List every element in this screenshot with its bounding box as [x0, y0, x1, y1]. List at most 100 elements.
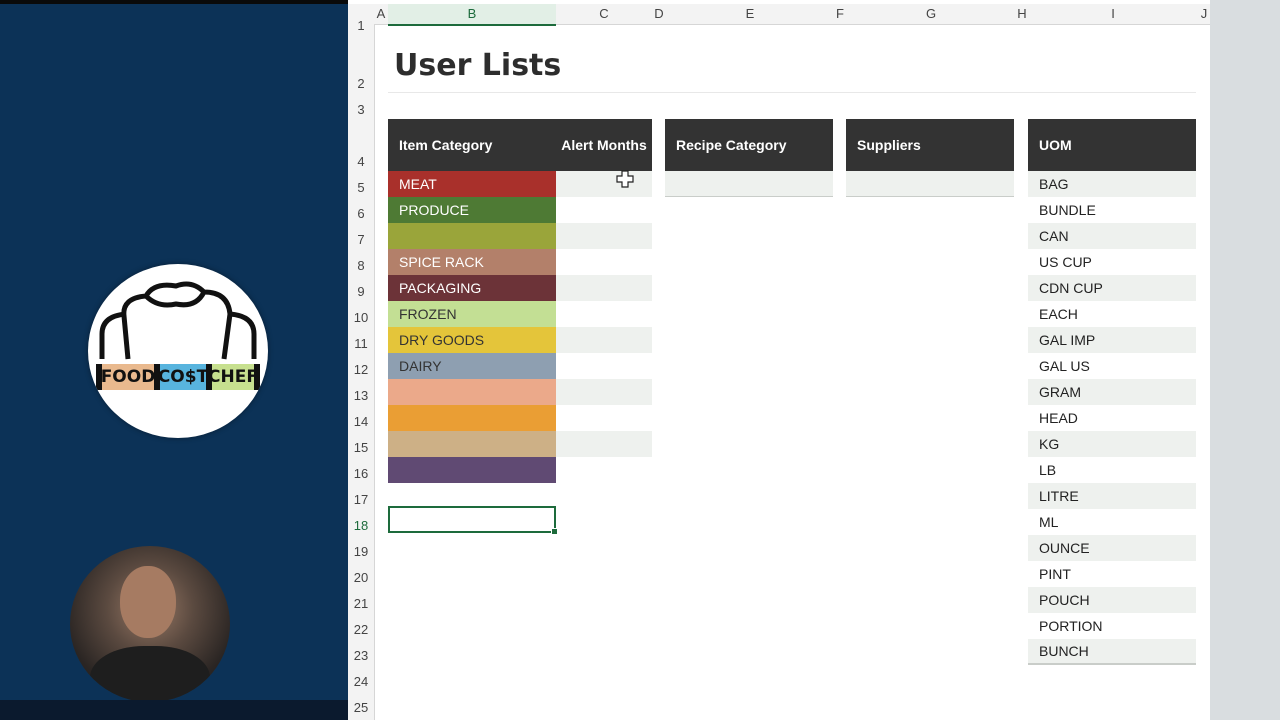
uom-cell[interactable]: CAN	[1028, 223, 1196, 249]
spreadsheet[interactable]: A B C D E F G H I J 1 2 3 4 5 6 7 8 9 10…	[348, 0, 1210, 720]
header-suppliers-label: Suppliers	[857, 137, 921, 153]
alert-months-cell[interactable]	[556, 275, 652, 301]
left-panel: FOOD CO$T CHEF	[0, 0, 348, 720]
alert-months-cell[interactable]	[556, 353, 652, 379]
uom-cell[interactable]: KG	[1028, 431, 1196, 457]
col-header-b[interactable]: B	[388, 4, 556, 26]
row-header-7[interactable]: 7	[348, 232, 374, 247]
uom-cell[interactable]: EACH	[1028, 301, 1196, 327]
col-header-a[interactable]: A	[374, 4, 388, 24]
row-header-1[interactable]: 1	[348, 18, 374, 33]
item-category-cell[interactable]: FROZEN	[388, 301, 556, 327]
header-recipe-category: Recipe Category	[665, 119, 833, 171]
col-header-g[interactable]: G	[846, 4, 1016, 24]
row-header-21[interactable]: 21	[348, 596, 374, 611]
alert-months-cell[interactable]	[556, 379, 652, 405]
uom-cell[interactable]: BUNCH	[1028, 639, 1196, 665]
alert-months-cell[interactable]	[556, 223, 652, 249]
uom-cell[interactable]: HEAD	[1028, 405, 1196, 431]
alert-months-cell[interactable]	[556, 249, 652, 275]
chef-hat-icon	[99, 281, 257, 360]
uom-cell[interactable]: PINT	[1028, 561, 1196, 587]
col-header-e[interactable]: E	[666, 4, 834, 24]
row-header-5[interactable]: 5	[348, 180, 374, 195]
col-header-j[interactable]: J	[1198, 4, 1210, 24]
row-header-23[interactable]: 23	[348, 648, 374, 663]
uom-cell[interactable]: LITRE	[1028, 483, 1196, 509]
col-header-i[interactable]: I	[1028, 4, 1198, 24]
cross-cursor-icon	[616, 170, 634, 188]
alert-months-cell[interactable]	[556, 327, 652, 353]
uom-cell[interactable]: GRAM	[1028, 379, 1196, 405]
row-header-8[interactable]: 8	[348, 258, 374, 273]
row-header-12[interactable]: 12	[348, 362, 374, 377]
row-header-11[interactable]: 11	[348, 336, 374, 351]
uom-cell[interactable]: ML	[1028, 509, 1196, 535]
alert-months-cell[interactable]	[556, 171, 652, 197]
header-uom-label: UOM	[1039, 137, 1072, 153]
fill-handle[interactable]	[551, 528, 558, 535]
row-header-14[interactable]: 14	[348, 414, 374, 429]
item-category-cell[interactable]	[388, 405, 556, 431]
row-header-10[interactable]: 10	[348, 310, 374, 325]
uom-cell[interactable]: GAL US	[1028, 353, 1196, 379]
header-alert-months-label: Alert Months	[561, 137, 647, 153]
uom-cell[interactable]: POUCH	[1028, 587, 1196, 613]
presenter-webcam	[70, 546, 230, 702]
uom-cell[interactable]: PORTION	[1028, 613, 1196, 639]
header-item-category-label: Item Category	[399, 137, 493, 153]
item-category-cell[interactable]: DAIRY	[388, 353, 556, 379]
page-title: User Lists	[394, 48, 562, 83]
col-header-d[interactable]: D	[652, 4, 666, 24]
row-header-18[interactable]: 18	[348, 518, 374, 533]
logo-word-cost: CO$T	[158, 364, 208, 390]
item-category-cell[interactable]: PRODUCE	[388, 197, 556, 223]
header-item-category: Item Category	[388, 119, 556, 171]
uom-cell[interactable]: US CUP	[1028, 249, 1196, 275]
col-header-f[interactable]: F	[834, 4, 846, 24]
col-header-h[interactable]: H	[1016, 4, 1028, 24]
logo-word-food: FOOD	[101, 364, 155, 390]
row-header-6[interactable]: 6	[348, 206, 374, 221]
item-category-cell[interactable]: MEAT	[388, 171, 556, 197]
item-category-cell[interactable]	[388, 457, 556, 483]
row-header-20[interactable]: 20	[348, 570, 374, 585]
alert-months-cell[interactable]	[556, 197, 652, 223]
row-header-9[interactable]: 9	[348, 284, 374, 299]
suppliers-cell[interactable]	[846, 171, 1014, 197]
alert-months-cell[interactable]	[556, 301, 652, 327]
col-header-c[interactable]: C	[556, 4, 652, 24]
row-header-15[interactable]: 15	[348, 440, 374, 455]
row-header-16[interactable]: 16	[348, 466, 374, 481]
bottom-strip	[0, 700, 348, 720]
item-category-cell[interactable]: DRY GOODS	[388, 327, 556, 353]
item-category-cell[interactable]	[388, 379, 556, 405]
item-category-cell[interactable]	[388, 223, 556, 249]
uom-cell[interactable]: LB	[1028, 457, 1196, 483]
uom-cell[interactable]: CDN CUP	[1028, 275, 1196, 301]
row-header-24[interactable]: 24	[348, 674, 374, 689]
uom-cell[interactable]: OUNCE	[1028, 535, 1196, 561]
uom-cell[interactable]: BAG	[1028, 171, 1196, 197]
logo-word-chef: CHEF	[208, 364, 258, 390]
row-header-2[interactable]: 2	[348, 76, 374, 91]
uom-cell[interactable]: BUNDLE	[1028, 197, 1196, 223]
alert-months-cell[interactable]	[556, 405, 652, 431]
item-category-cell[interactable]: SPICE RACK	[388, 249, 556, 275]
item-category-cell[interactable]: PACKAGING	[388, 275, 556, 301]
row-header-4[interactable]: 4	[348, 154, 374, 169]
title-divider	[388, 92, 1196, 93]
row-header-19[interactable]: 19	[348, 544, 374, 559]
row-header-3[interactable]: 3	[348, 102, 374, 117]
row-header-25[interactable]: 25	[348, 700, 374, 715]
selected-cell-b18[interactable]	[388, 506, 558, 535]
row-header-22[interactable]: 22	[348, 622, 374, 637]
alert-months-cell[interactable]	[556, 431, 652, 457]
uom-cell[interactable]: GAL IMP	[1028, 327, 1196, 353]
row-header-13[interactable]: 13	[348, 388, 374, 403]
item-category-cell[interactable]	[388, 431, 556, 457]
header-uom: UOM	[1028, 119, 1196, 171]
row-header-17[interactable]: 17	[348, 492, 374, 507]
recipe-category-cell[interactable]	[665, 171, 833, 197]
header-recipe-category-label: Recipe Category	[676, 137, 787, 153]
